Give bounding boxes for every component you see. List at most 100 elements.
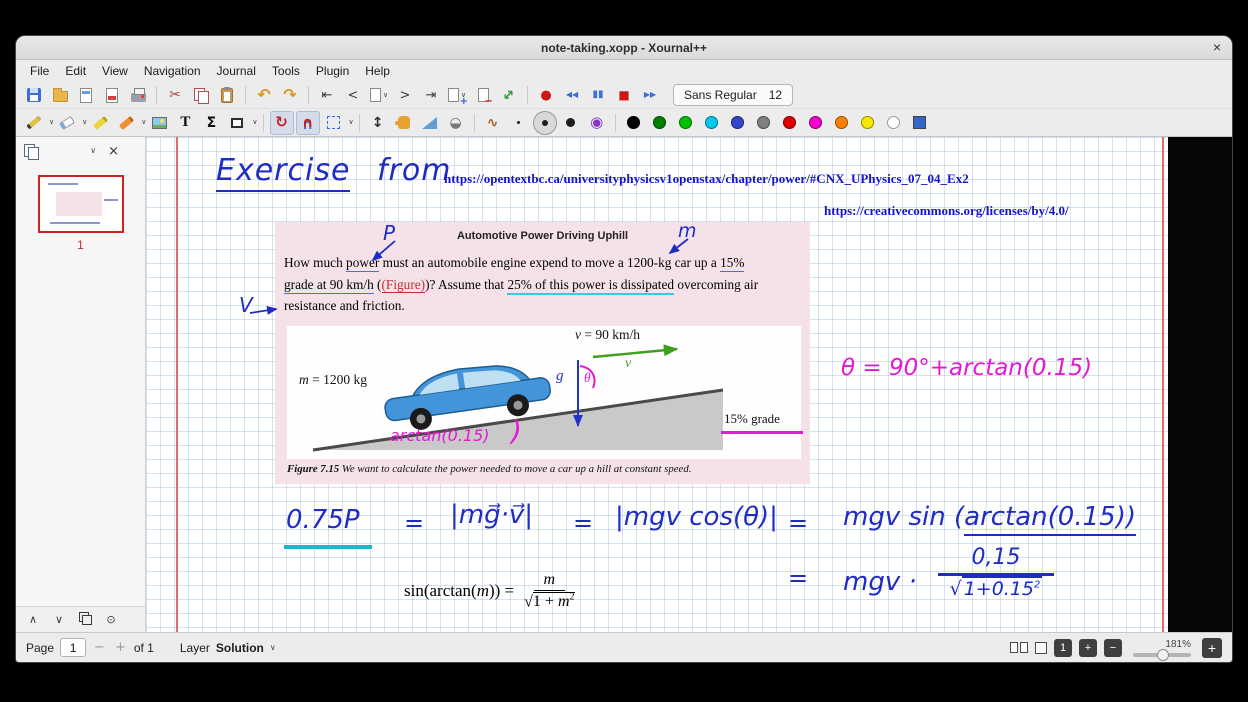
- chevron-down-icon[interactable]: ∨: [270, 644, 276, 652]
- source-link[interactable]: https://opentextbc.ca/universityphysicsv…: [444, 171, 969, 187]
- open-button[interactable]: [48, 83, 72, 107]
- statusbar: Page − + of 1 Layer Solution ∨ 1 + − 181…: [16, 632, 1232, 662]
- page-decrement-button[interactable]: −: [92, 641, 107, 654]
- zoom-in-button[interactable]: +: [1202, 638, 1222, 658]
- document-page[interactable]: Exercise from https://opentextbc.ca/univ…: [146, 137, 1168, 632]
- color-swatch-cyan[interactable]: [700, 111, 724, 135]
- titlebar[interactable]: note-taking.xopp - Xournal++ ×: [16, 36, 1232, 60]
- menu-view[interactable]: View: [94, 62, 136, 80]
- fullscreen-button[interactable]: ↔: [497, 83, 521, 107]
- zoom-fit-button[interactable]: +: [1079, 639, 1097, 657]
- color-swatch-green[interactable]: [648, 111, 672, 135]
- export-button[interactable]: [74, 83, 98, 107]
- scroll-up-icon[interactable]: ∧: [26, 614, 40, 625]
- color-swatch-yellow[interactable]: [856, 111, 880, 135]
- chevron-down-icon[interactable]: ∨: [141, 119, 146, 126]
- next-page-button[interactable]: >: [393, 83, 417, 107]
- color-picker-button[interactable]: [908, 111, 932, 135]
- color-swatch-gray[interactable]: [752, 111, 776, 135]
- print-button[interactable]: [126, 83, 150, 107]
- menu-file[interactable]: File: [22, 62, 57, 80]
- copy-button[interactable]: [189, 83, 213, 107]
- thickness-medium-button[interactable]: [533, 111, 557, 135]
- color-swatch-light-green[interactable]: [674, 111, 698, 135]
- two-page-view-button[interactable]: [1010, 642, 1028, 653]
- highlighter-tool-button[interactable]: [88, 111, 112, 135]
- cut-button[interactable]: ✂: [163, 83, 187, 107]
- sidebar-close-icon[interactable]: ×: [108, 145, 119, 158]
- menu-help[interactable]: Help: [357, 62, 398, 80]
- paste-button[interactable]: [215, 83, 239, 107]
- undo-button[interactable]: ↶: [252, 83, 276, 107]
- menu-tools[interactable]: Tools: [264, 62, 308, 80]
- snap-ruler-button[interactable]: ∩: [296, 111, 320, 135]
- record-button[interactable]: ●: [534, 83, 558, 107]
- chevron-down-icon[interactable]: ∨: [90, 147, 96, 155]
- save-button[interactable]: [22, 83, 46, 107]
- hand-tool-button[interactable]: [392, 111, 416, 135]
- menu-journal[interactable]: Journal: [209, 62, 264, 80]
- chevron-down-icon[interactable]: ∨: [49, 119, 54, 126]
- first-page-button[interactable]: ⇤: [315, 83, 339, 107]
- grade-underline: [721, 431, 803, 434]
- figure-link[interactable]: (Figure): [382, 277, 426, 293]
- color-swatch-magenta[interactable]: [804, 111, 828, 135]
- thickness-fine-button[interactable]: [507, 111, 531, 135]
- shapes-tool-button[interactable]: [225, 111, 249, 135]
- delete-page-button[interactable]: −: [471, 83, 495, 107]
- single-page-view-button[interactable]: [1035, 642, 1047, 654]
- chevron-down-icon[interactable]: ∨: [82, 119, 87, 126]
- color-swatch-blue[interactable]: [726, 111, 750, 135]
- zoom-slider-thumb[interactable]: [1157, 649, 1169, 661]
- marker-tool-button[interactable]: [114, 111, 138, 135]
- figure-area: v = 90 km/h m = 1200 kg g⃗ v⃗ θ 15% grad…: [287, 326, 801, 459]
- rewind-button[interactable]: ◀◀: [560, 83, 584, 107]
- insert-image-button[interactable]: [147, 111, 171, 135]
- setsquare-tool-button[interactable]: [418, 111, 442, 135]
- fine-dot-icon: [517, 121, 520, 124]
- font-selector[interactable]: Sans Regular 12: [673, 84, 793, 106]
- layer-value[interactable]: Solution: [216, 641, 264, 655]
- last-page-button[interactable]: ⇥: [419, 83, 443, 107]
- new-page-button[interactable]: +∨: [445, 83, 469, 107]
- color-swatch-orange[interactable]: [830, 111, 854, 135]
- pen-tool-button[interactable]: [22, 111, 46, 135]
- eraser-tool-button[interactable]: [55, 111, 79, 135]
- stop-button[interactable]: ■: [612, 83, 636, 107]
- zoom-original-button[interactable]: −: [1104, 639, 1122, 657]
- menu-plugin[interactable]: Plugin: [308, 62, 357, 80]
- chevron-down-icon[interactable]: ∨: [252, 119, 257, 126]
- license-link[interactable]: https://creativecommons.org/licenses/by/…: [824, 203, 1069, 219]
- menu-edit[interactable]: Edit: [57, 62, 94, 80]
- menu-navigation[interactable]: Navigation: [136, 62, 209, 80]
- thickness-thick-button[interactable]: [559, 111, 583, 135]
- redo-button[interactable]: ↷: [278, 83, 302, 107]
- window-close-button[interactable]: ×: [1213, 39, 1221, 55]
- one-page-layout-button[interactable]: 1: [1054, 639, 1072, 657]
- text-tool-button[interactable]: T: [173, 111, 197, 135]
- spline-tool-button[interactable]: ∿: [481, 111, 505, 135]
- color-swatch-white[interactable]: [882, 111, 906, 135]
- forward-button[interactable]: ▶▶: [638, 83, 662, 107]
- goto-page-button[interactable]: ∨: [367, 83, 391, 107]
- fill-tool-button[interactable]: ◉: [585, 111, 609, 135]
- previous-page-button[interactable]: <: [341, 83, 365, 107]
- page-number-input[interactable]: [60, 638, 86, 657]
- shape-recognizer-button[interactable]: ↻: [270, 111, 294, 135]
- goto-target-icon[interactable]: ⊙: [104, 614, 118, 625]
- color-swatch-black[interactable]: [622, 111, 646, 135]
- duplicate-page-icon[interactable]: [78, 612, 92, 627]
- vertical-space-tool-button[interactable]: ↕: [366, 111, 390, 135]
- pause-button[interactable]: ▮▮: [586, 83, 610, 107]
- scroll-down-icon[interactable]: ∨: [52, 614, 66, 625]
- page-increment-button[interactable]: +: [113, 641, 128, 654]
- latex-tool-button[interactable]: Σ: [199, 111, 223, 135]
- compass-tool-button[interactable]: ◒: [444, 111, 468, 135]
- zoom-slider[interactable]: [1133, 653, 1191, 657]
- chevron-down-icon[interactable]: ∨: [349, 119, 354, 126]
- color-swatch-red[interactable]: [778, 111, 802, 135]
- export-pdf-button[interactable]: [100, 83, 124, 107]
- page-thumbnail[interactable]: [38, 175, 124, 233]
- select-rectangle-button[interactable]: [322, 111, 346, 135]
- canvas-background[interactable]: Exercise from https://opentextbc.ca/univ…: [146, 137, 1232, 632]
